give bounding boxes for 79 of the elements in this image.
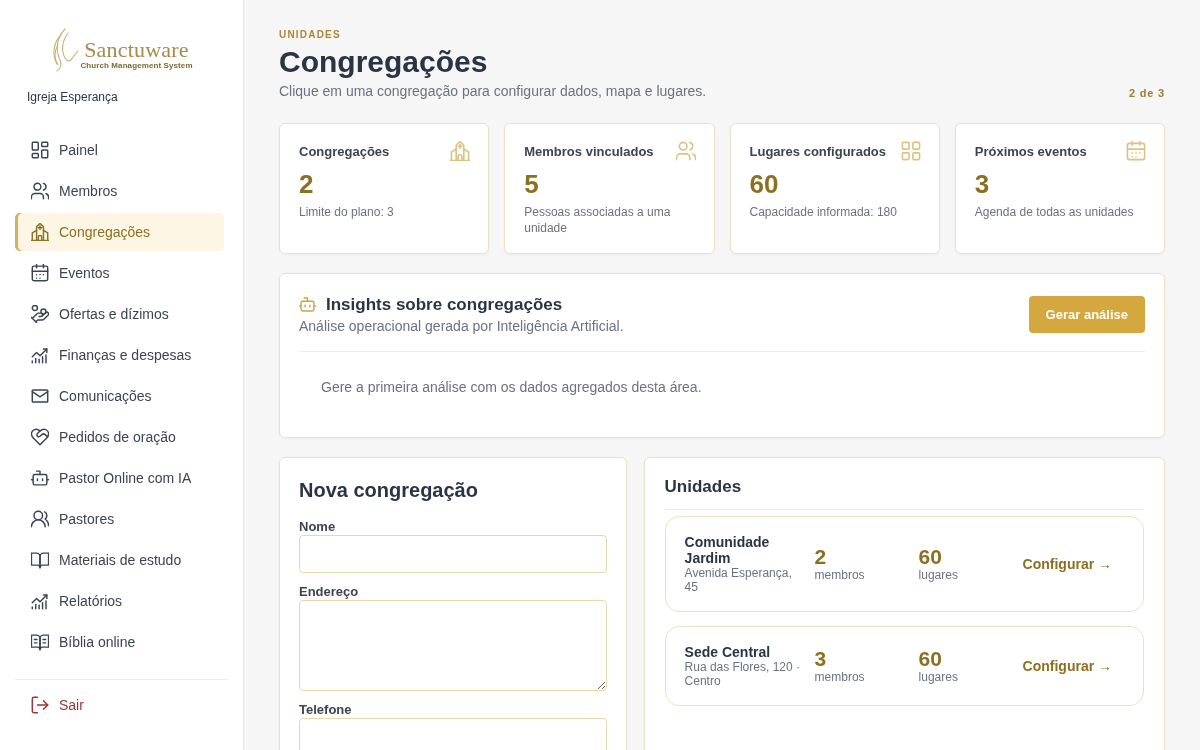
textarea-field[interactable] — [299, 600, 607, 691]
logout-icon — [31, 696, 49, 714]
nav-item[interactable]: Eventos — [15, 254, 224, 292]
members-label: membros — [814, 670, 866, 684]
grid-icon — [900, 141, 921, 161]
empty-message: Gere a primeira análise com os dados agregados desta área. — [320, 378, 703, 397]
nav-item[interactable]: Painel — [15, 131, 224, 169]
nav-item[interactable]: Comunicações — [15, 377, 224, 415]
configure-link[interactable]: Configurar → — [1022, 658, 1113, 674]
stat-caption: Limite do plano: 3 — [299, 204, 395, 220]
stat-label: Congregações — [299, 143, 390, 161]
places-label: lugares — [918, 670, 959, 684]
nav-item[interactable]: Finanças e despesas — [15, 336, 224, 374]
unit-address: Avenida Esperança, 45 — [684, 566, 793, 594]
input-field[interactable] — [299, 535, 607, 573]
stat-label: Membros vinculados — [524, 143, 654, 161]
nav-item[interactable]: Membros — [15, 172, 224, 210]
calendar-icon — [1126, 141, 1146, 161]
field-label: Telefone — [299, 702, 353, 718]
heart-handshake-icon — [31, 428, 49, 446]
church-name: Igreja Esperança — [27, 89, 119, 105]
stat-label: Lugares configurados — [749, 143, 887, 161]
book-icon — [31, 551, 49, 569]
stat-caption: Capacidade informada: 180 — [749, 204, 898, 220]
configure-link[interactable]: Configurar → — [1022, 556, 1113, 572]
bar-chart-icon — [31, 592, 49, 610]
unit-card[interactable]: Comunidade Jardim Avenida Esperança, 45 2 membros 60 lugares Configurar → — [664, 516, 1144, 612]
robot-icon — [299, 296, 316, 313]
nav-item[interactable]: Ofertas e dízimos — [15, 295, 224, 333]
users-icon — [675, 141, 696, 161]
unit-address: Rua das Flores, 120 · Centro — [684, 660, 801, 688]
stat-value: 60 — [749, 169, 780, 199]
members-count: 3 — [814, 648, 828, 670]
usage-counter: 2 de 3 — [1129, 86, 1165, 100]
nav-item[interactable]: Pastor Online com IA — [15, 459, 224, 497]
users-icon — [31, 182, 49, 200]
stat-value: 5 — [524, 169, 540, 199]
insights-title: Insights sobre congregações — [326, 294, 563, 315]
page-subtitle: Clique em uma congregação para configurar dados, mapa e lugares. — [279, 82, 707, 100]
section-eyebrow: UNIDADES — [279, 28, 342, 42]
calendar-icon — [31, 264, 49, 282]
field-label: Endereço — [299, 584, 360, 600]
unit-card[interactable]: Sede Central Rua das Flores, 120 · Centro 3 membros 60 lugares Configurar → — [664, 626, 1144, 706]
stat-label: Próximos eventos — [974, 143, 1087, 161]
dashboard-icon — [31, 141, 49, 159]
logo-tagline: Church Management System — [80, 61, 193, 71]
logout-button[interactable]: Sair — [15, 686, 224, 724]
places-label: lugares — [918, 568, 959, 582]
nav-item[interactable]: Pastores — [15, 500, 224, 538]
units-title: Unidades — [664, 477, 743, 497]
insights-subtitle: Análise operacional gerada por Inteligência Artificial. — [299, 317, 624, 335]
church-icon — [31, 223, 49, 241]
book-icon — [31, 633, 49, 651]
church-icon — [450, 141, 471, 161]
nav-item[interactable]: Materiais de estudo — [15, 541, 224, 579]
stat-value: 2 — [299, 169, 315, 199]
unit-name: Sede Central — [684, 644, 772, 660]
page-title: Congregações — [279, 44, 489, 80]
places-count: 60 — [918, 648, 943, 670]
form-title: Nova congregação — [299, 478, 479, 502]
input-field[interactable] — [299, 718, 607, 750]
members-label: membros — [814, 568, 866, 582]
bar-chart-icon — [31, 346, 49, 364]
nav-item[interactable]: Relatórios — [15, 582, 224, 620]
nav-item[interactable]: Bíblia online — [15, 623, 224, 661]
unit-name: Comunidade Jardim — [684, 534, 771, 566]
nav-item[interactable]: Pedidos de oração — [15, 418, 224, 456]
members-count: 2 — [814, 546, 828, 568]
places-count: 60 — [918, 546, 943, 568]
field-label: Nome — [299, 519, 337, 535]
stat-value: 3 — [974, 169, 991, 199]
stat-caption: Agenda de todas as unidades — [974, 204, 1135, 220]
nav-item[interactable]: Congregações — [15, 213, 224, 251]
hand-coins-icon — [31, 305, 49, 323]
mail-icon — [31, 387, 49, 405]
users-icon — [31, 510, 49, 528]
logo-text: Sanctuware — [84, 38, 189, 61]
stat-caption: Pessoas associadas a uma unidade — [524, 204, 672, 236]
robot-icon — [31, 469, 49, 487]
